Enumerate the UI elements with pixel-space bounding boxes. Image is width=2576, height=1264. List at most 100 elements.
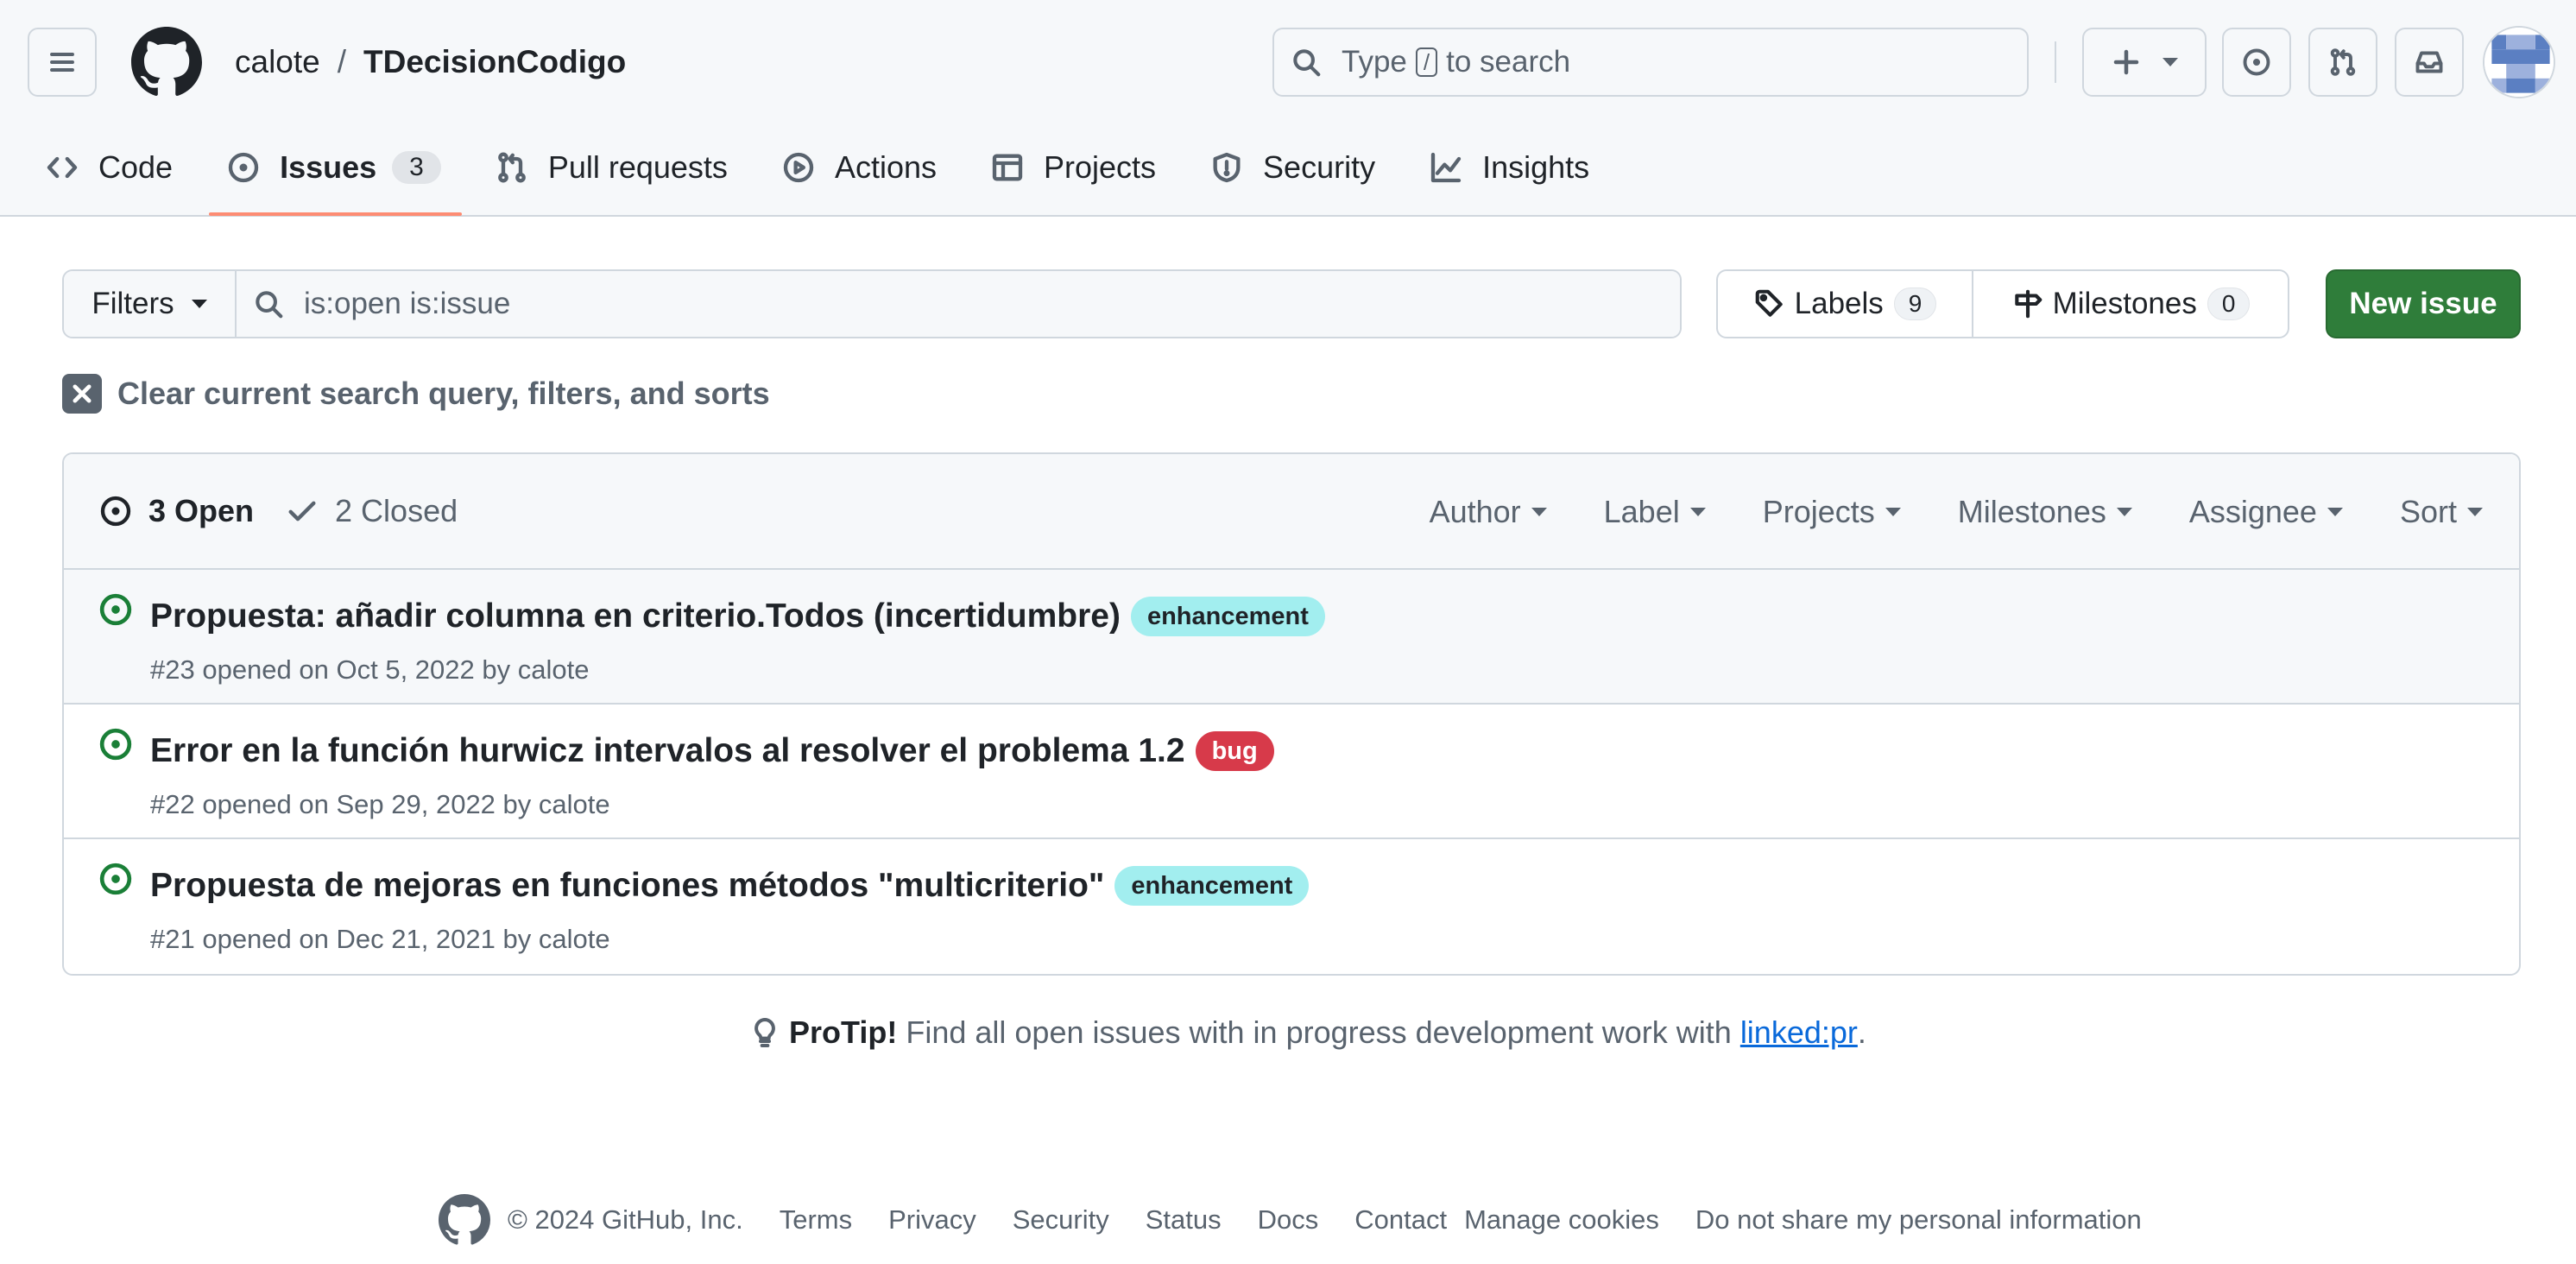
clear-query-link[interactable]: Clear current search query, filters, and… bbox=[62, 373, 770, 414]
breadcrumb-repo-link[interactable]: TDecisionCodigo bbox=[363, 44, 626, 80]
tab-pull-requests-label: Pull requests bbox=[547, 149, 728, 185]
issue-filter-menus: Author Label Projects Milestones Assigne… bbox=[1373, 454, 2483, 570]
chevron-down-icon bbox=[2327, 508, 2343, 516]
issue-title-link[interactable]: Propuesta: añadir columna en criterio.To… bbox=[150, 597, 1121, 635]
author-menu[interactable]: Author bbox=[1430, 494, 1547, 530]
github-logo-icon[interactable] bbox=[439, 1194, 490, 1246]
milestones-button[interactable]: Milestones 0 bbox=[1973, 271, 2288, 337]
closed-issues-filter[interactable]: 2 Closed bbox=[285, 493, 458, 529]
issue-row[interactable]: Error en la función hurwicz intervalos a… bbox=[64, 705, 2519, 839]
github-logo-icon[interactable] bbox=[131, 27, 202, 98]
code-icon bbox=[47, 156, 78, 179]
footer-link-privacy[interactable]: Privacy bbox=[888, 1204, 976, 1236]
issue-opened-icon bbox=[228, 152, 259, 183]
tab-security[interactable]: Security bbox=[1209, 140, 1375, 195]
issue-label-bug[interactable]: bug bbox=[1195, 731, 1274, 771]
issue-title-line: Propuesta: añadir columna en criterio.To… bbox=[150, 592, 1325, 641]
open-issues-filter[interactable]: 3 Open bbox=[98, 493, 254, 529]
tab-pull-requests[interactable]: Pull requests bbox=[495, 140, 728, 195]
closed-issues-label: 2 Closed bbox=[335, 493, 458, 528]
tab-insights[interactable]: Insights bbox=[1429, 140, 1589, 195]
issue-row[interactable]: Propuesta: añadir columna en criterio.To… bbox=[64, 570, 2519, 705]
footer-link-contact[interactable]: Contact bbox=[1354, 1204, 1447, 1236]
chevron-down-icon bbox=[1885, 508, 1901, 516]
inbox-button[interactable] bbox=[2395, 28, 2464, 97]
sort-menu-label: Sort bbox=[2399, 494, 2457, 529]
chevron-down-icon bbox=[1531, 508, 1547, 516]
milestones-menu[interactable]: Milestones bbox=[1958, 494, 2132, 530]
breadcrumb: calote / TDecisionCodigo bbox=[235, 38, 626, 86]
protip-link[interactable]: linked:pr bbox=[1740, 1014, 1858, 1051]
milestones-menu-label: Milestones bbox=[1957, 494, 2106, 529]
tab-issues-label: Issues bbox=[280, 149, 377, 185]
identicon-icon bbox=[2484, 28, 2554, 97]
footer-link-do-not-share[interactable]: Do not share my personal information bbox=[1695, 1204, 2142, 1236]
label-menu[interactable]: Label bbox=[1604, 494, 1706, 530]
issues-list-header: 3 Open 2 Closed Author Label Projects Mi… bbox=[64, 454, 2519, 570]
labels-label: Labels bbox=[1794, 287, 1884, 320]
milestone-icon bbox=[2014, 289, 2042, 319]
light-bulb-icon bbox=[754, 1018, 775, 1047]
check-icon bbox=[288, 501, 316, 521]
git-pull-request-icon bbox=[2330, 48, 2356, 76]
issue-meta: #21 opened on Dec 21, 2021 by calote bbox=[150, 924, 610, 954]
user-avatar[interactable] bbox=[2483, 26, 2555, 98]
labels-button[interactable]: Labels 9 bbox=[1718, 271, 1973, 337]
issue-search-input[interactable]: is:open is:issue bbox=[237, 271, 1680, 337]
new-issue-button[interactable]: New issue bbox=[2326, 269, 2521, 338]
chevron-down-icon bbox=[2116, 508, 2132, 516]
issue-label-enhancement[interactable]: enhancement bbox=[1130, 597, 1325, 636]
footer-copyright: © 2024 GitHub, Inc. bbox=[508, 1204, 743, 1235]
hamburger-icon bbox=[50, 53, 74, 72]
projects-menu-label: Projects bbox=[1762, 494, 1875, 529]
footer-link-docs[interactable]: Docs bbox=[1258, 1204, 1319, 1236]
footer-link-security[interactable]: Security bbox=[1013, 1204, 1109, 1236]
menu-button[interactable] bbox=[28, 28, 97, 97]
milestones-label: Milestones bbox=[2052, 287, 2197, 320]
search-placeholder-before: Type bbox=[1342, 45, 1407, 79]
filters-label: Filters bbox=[92, 287, 174, 320]
labels-count: 9 bbox=[1893, 288, 1937, 320]
issue-opened-icon bbox=[2243, 48, 2270, 76]
open-issues-label: 3 Open bbox=[148, 493, 255, 528]
assignee-menu-label: Assignee bbox=[2188, 494, 2317, 529]
issue-row[interactable]: Propuesta de mejoras en funciones método… bbox=[64, 839, 2519, 974]
issue-title-line: Error en la función hurwicz intervalos a… bbox=[150, 727, 1274, 775]
issue-title-link[interactable]: Propuesta de mejoras en funciones método… bbox=[150, 867, 1104, 905]
clear-query-label: Clear current search query, filters, and… bbox=[117, 376, 770, 411]
breadcrumb-owner-link[interactable]: calote bbox=[235, 44, 320, 80]
graph-icon bbox=[1430, 152, 1462, 183]
breadcrumb-separator: / bbox=[337, 44, 347, 79]
label-menu-label: Label bbox=[1603, 494, 1680, 529]
tab-code[interactable]: Code bbox=[45, 140, 173, 195]
search-shortcut-key: / bbox=[1415, 47, 1438, 77]
projects-menu[interactable]: Projects bbox=[1763, 494, 1901, 530]
issue-opened-icon bbox=[98, 727, 133, 762]
filter-bar: Filters is:open is:issue bbox=[62, 269, 1682, 338]
assignee-menu[interactable]: Assignee bbox=[2189, 494, 2343, 530]
tab-issues-counter: 3 bbox=[392, 151, 441, 184]
footer-link-status[interactable]: Status bbox=[1146, 1204, 1222, 1236]
your-pull-requests-button[interactable] bbox=[2308, 28, 2377, 97]
global-search-input[interactable]: Type / to search bbox=[1272, 28, 2029, 97]
sort-menu[interactable]: Sort bbox=[2400, 494, 2483, 530]
tab-code-label: Code bbox=[98, 149, 174, 185]
close-icon bbox=[62, 374, 102, 414]
issue-title-link[interactable]: Error en la función hurwicz intervalos a… bbox=[150, 732, 1185, 770]
protip-end: . bbox=[1857, 1014, 1866, 1050]
protip: ProTip! Find all open issues with in pro… bbox=[748, 1010, 1866, 1055]
create-new-button[interactable] bbox=[2082, 28, 2207, 97]
tab-actions[interactable]: Actions bbox=[781, 140, 937, 195]
chevron-down-icon bbox=[1689, 508, 1706, 516]
issue-search-query: is:open is:issue bbox=[304, 287, 511, 320]
search-icon bbox=[1293, 49, 1321, 77]
footer-link-terms[interactable]: Terms bbox=[780, 1204, 852, 1236]
tab-projects[interactable]: Projects bbox=[990, 140, 1156, 195]
issue-label-enhancement[interactable]: enhancement bbox=[1114, 866, 1310, 906]
issue-meta: #23 opened on Oct 5, 2022 by calote bbox=[150, 654, 590, 685]
footer-link-manage-cookies[interactable]: Manage cookies bbox=[1464, 1204, 1659, 1236]
tab-actions-label: Actions bbox=[834, 149, 937, 185]
filters-dropdown-button[interactable]: Filters bbox=[64, 271, 237, 337]
your-issues-button[interactable] bbox=[2222, 28, 2291, 97]
tab-issues[interactable]: Issues 3 bbox=[209, 140, 462, 216]
